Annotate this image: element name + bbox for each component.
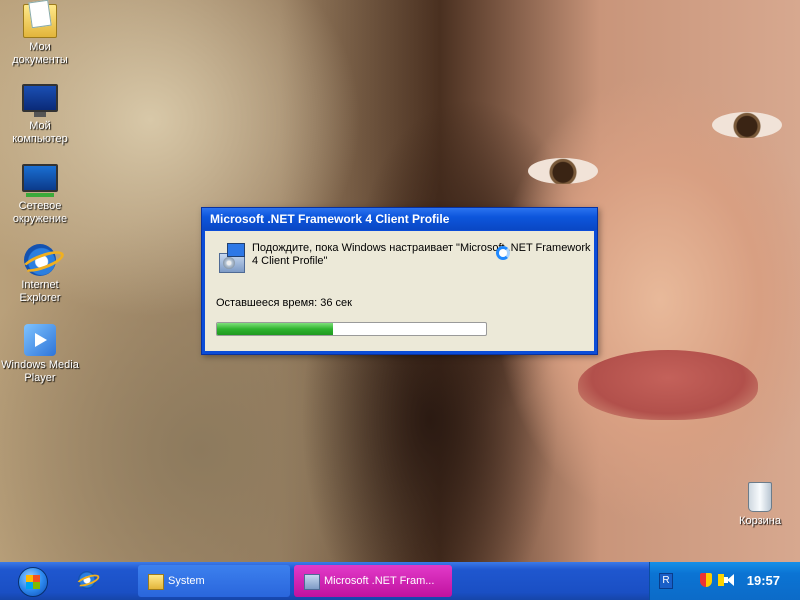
dialog-title-bar[interactable]: Microsoft .NET Framework 4 Client Profil… xyxy=(202,208,597,230)
desktop-icon-my-computer[interactable]: Мой компьютер xyxy=(0,84,80,146)
windows-start-orb-icon xyxy=(18,567,48,597)
wallpaper-eye-right xyxy=(712,112,782,138)
wallpaper-eye-left xyxy=(528,158,598,184)
folder-icon xyxy=(148,574,164,590)
system-tray: R 19:57 xyxy=(649,562,800,600)
desktop-icon-network[interactable]: Сетевое окружение xyxy=(0,164,80,226)
desktop-icon-media-player[interactable]: Windows Media Player xyxy=(0,324,80,385)
start-button[interactable] xyxy=(8,565,60,597)
security-shield-icon[interactable] xyxy=(700,573,712,587)
network-icon xyxy=(22,164,58,197)
desktop-icon-internet-explorer[interactable]: Internet Explorer xyxy=(0,244,80,305)
install-dialog[interactable]: Microsoft .NET Framework 4 Client Profil… xyxy=(201,207,598,355)
progress-bar xyxy=(216,322,487,336)
my-computer-icon xyxy=(22,84,58,117)
desktop-icon-label: Сетевое окружение xyxy=(12,200,68,225)
desktop-icon-label: Мои документы xyxy=(12,41,68,66)
taskbar-item-system[interactable]: System xyxy=(138,565,290,597)
documents-folder-icon xyxy=(23,4,57,38)
installer-icon xyxy=(217,241,245,273)
taskbar-item-label: Microsoft .NET Fram... xyxy=(324,575,435,587)
desktop-icon-label: Мой компьютер xyxy=(12,120,68,145)
internet-explorer-icon xyxy=(24,244,56,276)
recycle-bin-icon xyxy=(748,482,772,512)
taskbar-item-label: System xyxy=(168,575,205,587)
desktop-icon-label: Корзина xyxy=(739,515,781,527)
installer-icon xyxy=(304,574,320,590)
taskbar: System Microsoft .NET Fram... R 19:57 xyxy=(0,562,800,600)
dialog-message: Подождите, пока Windows настраивает "Mic… xyxy=(252,242,591,267)
desktop-icon-my-documents[interactable]: Мои документы xyxy=(0,4,80,67)
wallpaper-lips xyxy=(578,350,758,420)
busy-cursor-icon xyxy=(496,246,510,260)
clock[interactable]: 19:57 xyxy=(747,562,780,600)
quicklaunch-ie-icon[interactable] xyxy=(78,571,96,589)
progress-fill xyxy=(217,323,333,335)
desktop-icon-label: Internet Explorer xyxy=(19,279,61,304)
dialog-body: Подождите, пока Windows настраивает "Mic… xyxy=(205,231,594,351)
media-player-icon xyxy=(24,324,56,356)
volume-icon[interactable] xyxy=(724,573,736,587)
language-indicator[interactable]: R xyxy=(659,573,673,589)
desktop-icon-label: Windows Media Player xyxy=(1,359,79,384)
desktop-icon-recycle-bin[interactable]: Корзина xyxy=(720,482,800,528)
time-remaining: Оставшееся время: 36 сек xyxy=(216,297,352,309)
taskbar-item-dotnet-setup[interactable]: Microsoft .NET Fram... xyxy=(294,565,452,597)
